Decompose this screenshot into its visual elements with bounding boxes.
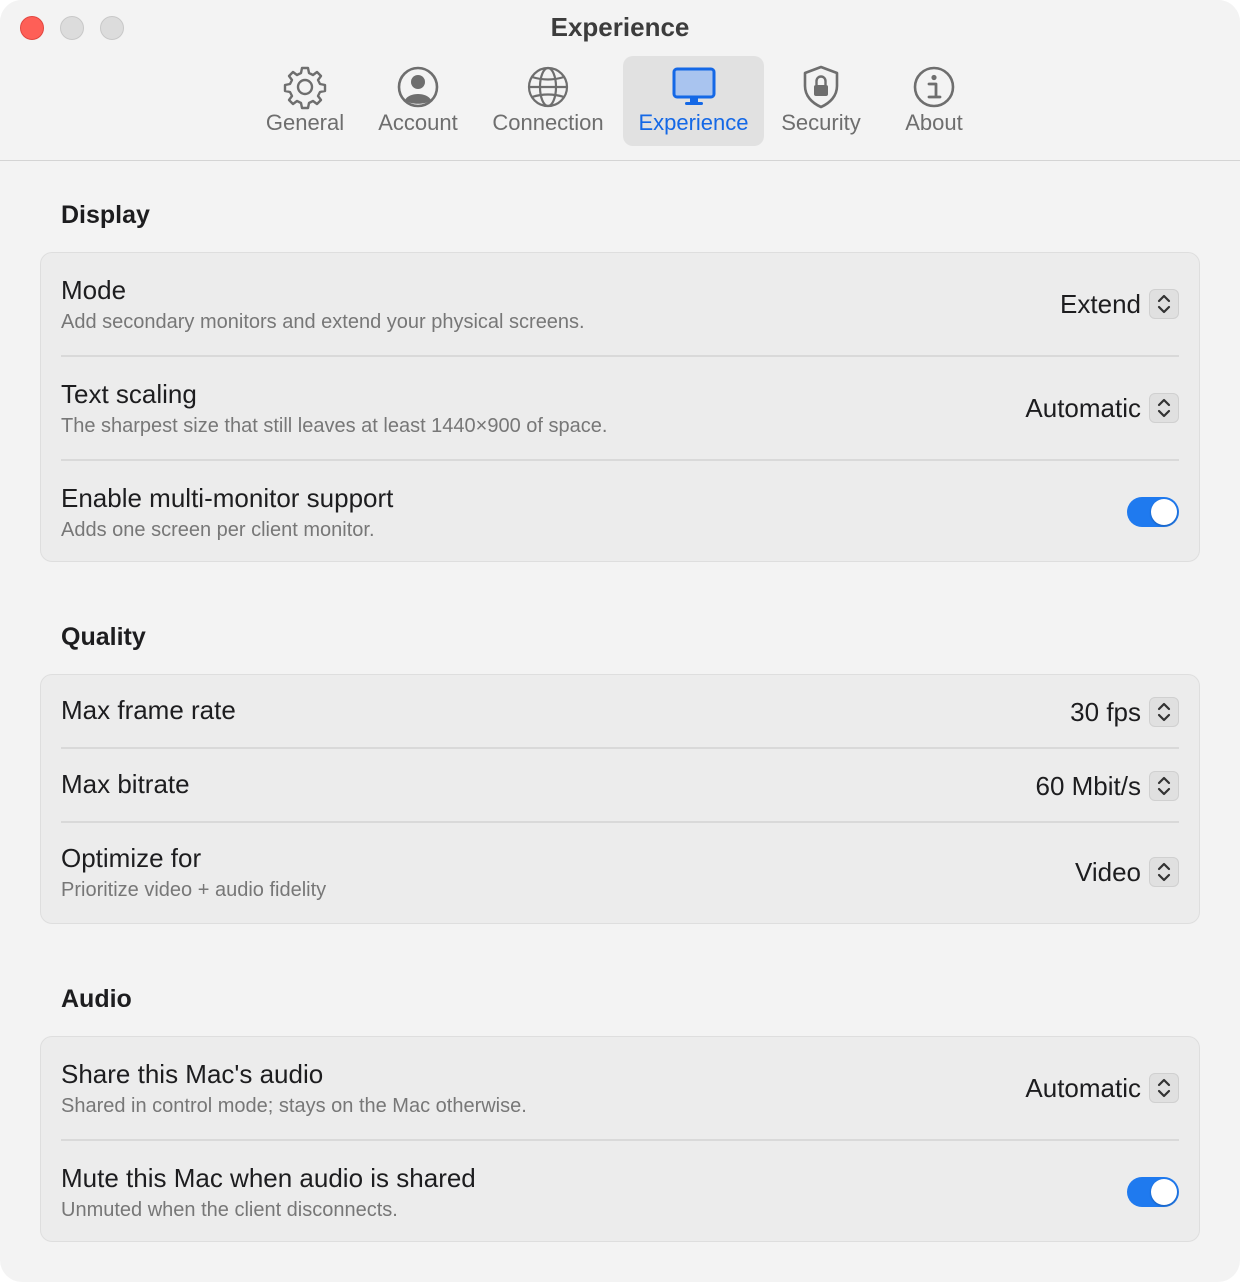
tab-connection-label: Connection bbox=[492, 110, 604, 135]
mode-label: Mode bbox=[61, 275, 127, 305]
window-title: Experience bbox=[550, 12, 690, 42]
tab-security-label: Security bbox=[781, 110, 861, 135]
mute-when-shared-row: Mute this Mac when audio is shared Unmut… bbox=[61, 1161, 1179, 1227]
share-audio-popup-button[interactable]: Automatic bbox=[1025, 1071, 1179, 1105]
tab-connection[interactable]: Connection bbox=[480, 56, 616, 146]
mode-popup-button[interactable]: Extend bbox=[1060, 287, 1179, 321]
chevron-up-down-icon bbox=[1149, 393, 1179, 423]
max-frame-rate-value: 30 fps bbox=[1070, 696, 1141, 727]
share-audio-description: Shared in control mode; stays on the Mac… bbox=[61, 1095, 527, 1117]
max-bitrate-value: 60 Mbit/s bbox=[1035, 770, 1142, 801]
optimize-for-description: Prioritize video + audio fidelity bbox=[61, 879, 327, 901]
tab-security[interactable]: Security bbox=[770, 56, 872, 146]
multi-monitor-toggle[interactable] bbox=[1127, 497, 1179, 527]
optimize-for-value: Video bbox=[1074, 856, 1141, 887]
divider bbox=[61, 1139, 1179, 1141]
tab-about-label: About bbox=[905, 110, 963, 135]
max-bitrate-popup-button[interactable]: 60 Mbit/s bbox=[1035, 769, 1179, 803]
globe-icon bbox=[527, 66, 569, 108]
mute-when-shared-label: Mute this Mac when audio is shared bbox=[61, 1163, 476, 1193]
chevron-up-down-icon bbox=[1149, 1073, 1179, 1103]
share-audio-label: Share this Mac's audio bbox=[61, 1059, 324, 1089]
divider bbox=[61, 355, 1179, 357]
toggle-knob bbox=[1151, 1179, 1177, 1205]
max-frame-rate-popup-button[interactable]: 30 fps bbox=[1070, 695, 1179, 729]
chevron-up-down-icon bbox=[1149, 697, 1179, 727]
mute-when-shared-description: Unmuted when the client disconnects. bbox=[61, 1199, 398, 1221]
chevron-up-down-icon bbox=[1149, 771, 1179, 801]
text-scaling-value: Automatic bbox=[1025, 392, 1141, 423]
multi-monitor-row: Enable multi-monitor support Adds one sc… bbox=[61, 481, 1179, 547]
audio-section-title: Audio bbox=[61, 985, 132, 1013]
audio-card: Share this Mac's audio Shared in control… bbox=[40, 1036, 1200, 1242]
max-frame-rate-label: Max frame rate bbox=[61, 695, 236, 725]
display-section-title: Display bbox=[61, 201, 150, 229]
mode-value: Extend bbox=[1060, 288, 1141, 319]
optimize-for-row: Optimize for Prioritize video + audio fi… bbox=[61, 841, 1179, 907]
tab-general-label: General bbox=[265, 110, 345, 135]
max-bitrate-label: Max bitrate bbox=[61, 769, 190, 799]
text-scaling-label: Text scaling bbox=[61, 379, 197, 409]
mode-row: Mode Add secondary monitors and extend y… bbox=[61, 273, 1179, 339]
share-audio-row: Share this Mac's audio Shared in control… bbox=[61, 1057, 1179, 1123]
multi-monitor-description: Adds one screen per client monitor. bbox=[61, 519, 375, 541]
tab-about[interactable]: About bbox=[890, 56, 978, 146]
max-bitrate-row: Max bitrate 60 Mbit/s bbox=[61, 767, 1179, 805]
shield-lock-icon bbox=[803, 65, 839, 109]
max-frame-rate-row: Max frame rate 30 fps bbox=[61, 693, 1179, 731]
multi-monitor-label: Enable multi-monitor support bbox=[61, 483, 394, 513]
text-scaling-popup-button[interactable]: Automatic bbox=[1025, 391, 1179, 425]
mode-description: Add secondary monitors and extend your p… bbox=[61, 311, 585, 333]
chevron-up-down-icon bbox=[1149, 857, 1179, 887]
tab-general[interactable]: General bbox=[252, 56, 358, 146]
toggle-knob bbox=[1151, 499, 1177, 525]
tab-account[interactable]: Account bbox=[368, 56, 468, 146]
toolbar: Experience General Account Connection Ex… bbox=[0, 0, 1240, 161]
tab-experience-label: Experience bbox=[638, 110, 749, 135]
text-scaling-description: The sharpest size that still leaves at l… bbox=[61, 415, 608, 437]
tab-account-label: Account bbox=[378, 110, 458, 135]
info-circle-icon bbox=[913, 66, 955, 108]
text-scaling-row: Text scaling The sharpest size that stil… bbox=[61, 377, 1179, 443]
divider bbox=[61, 821, 1179, 823]
quality-section-title: Quality bbox=[61, 623, 146, 651]
preferences-window: Experience General Account Connection Ex… bbox=[0, 0, 1240, 1282]
tab-experience[interactable]: Experience bbox=[623, 56, 764, 146]
display-icon bbox=[672, 67, 715, 105]
display-card: Mode Add secondary monitors and extend y… bbox=[40, 252, 1200, 562]
optimize-for-popup-button[interactable]: Video bbox=[1075, 855, 1179, 889]
chevron-up-down-icon bbox=[1149, 289, 1179, 319]
mute-when-shared-toggle[interactable] bbox=[1127, 1177, 1179, 1207]
gear-icon bbox=[283, 66, 327, 110]
quality-card: Max frame rate 30 fps Max bitrate 60 Mbi… bbox=[40, 674, 1200, 924]
share-audio-value: Automatic bbox=[1025, 1072, 1141, 1103]
person-circle-icon bbox=[397, 66, 439, 108]
optimize-for-label: Optimize for bbox=[61, 843, 202, 873]
divider bbox=[61, 459, 1179, 461]
divider bbox=[61, 747, 1179, 749]
